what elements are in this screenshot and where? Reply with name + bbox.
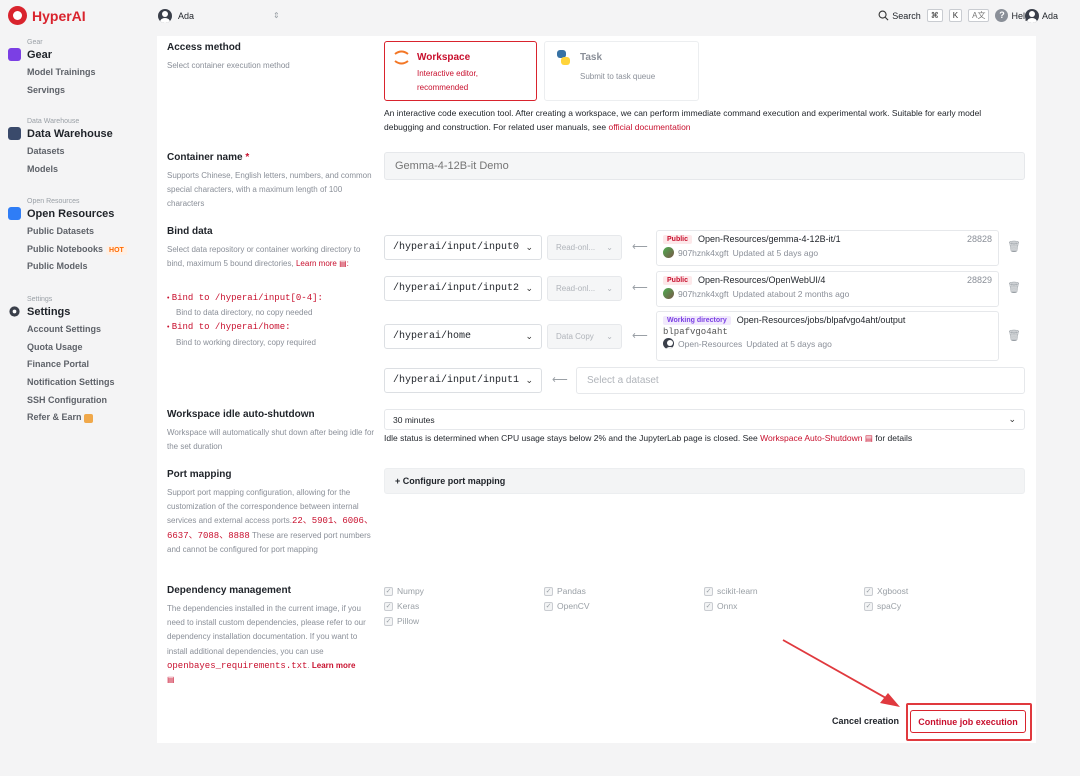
annotation-arrow-icon [782, 639, 900, 707]
